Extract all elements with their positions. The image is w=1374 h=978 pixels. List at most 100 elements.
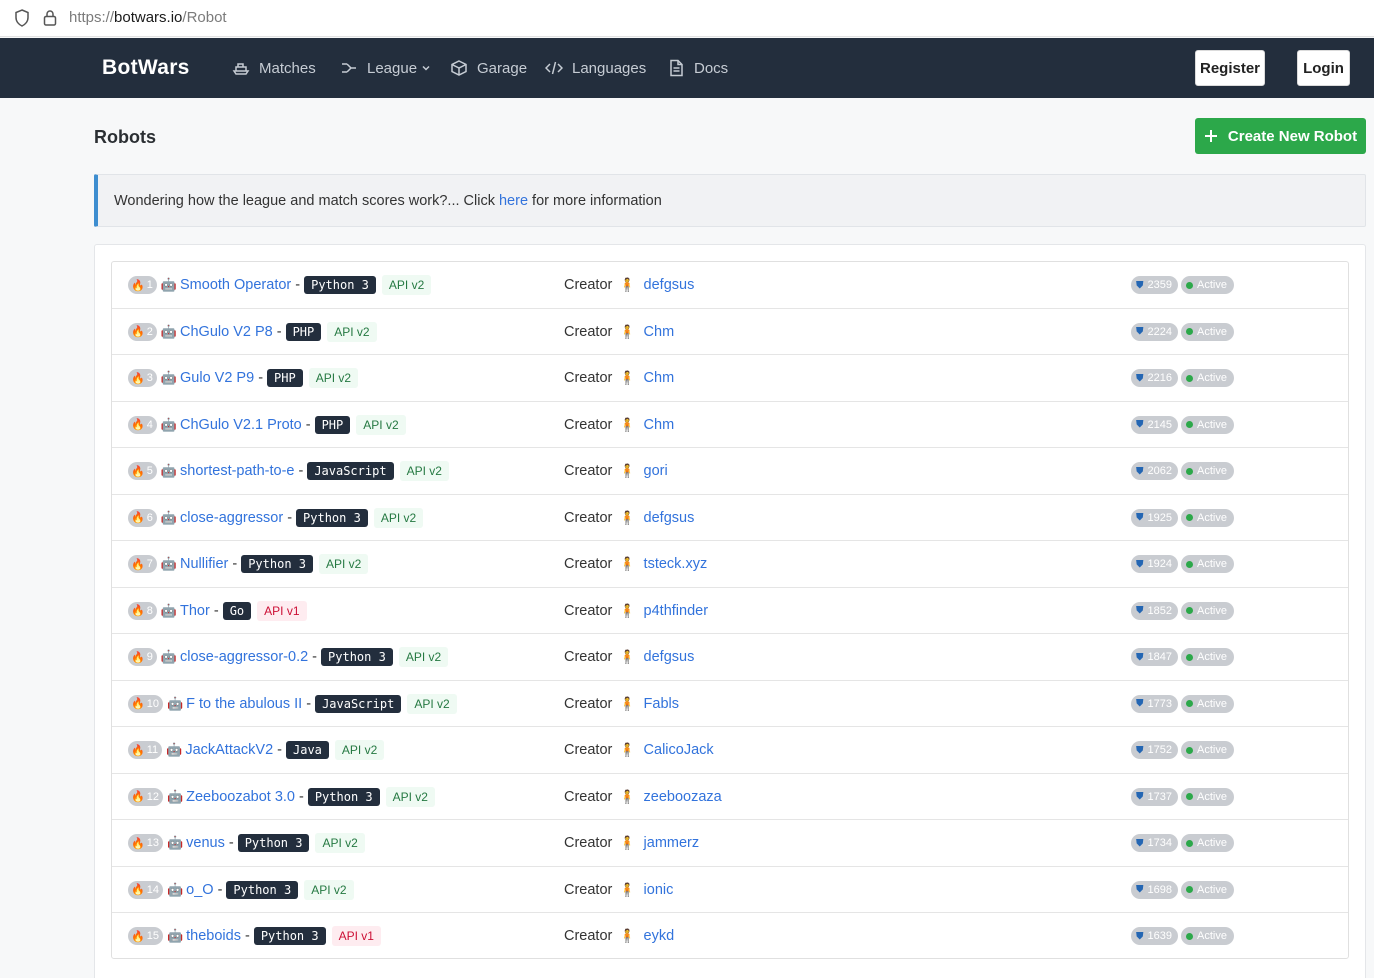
login-button[interactable]: Login bbox=[1297, 50, 1350, 86]
score-status-cell: ⛊ 1734 Active bbox=[1131, 820, 1234, 866]
score-badge: ⛊ 1925 bbox=[1131, 508, 1178, 527]
score-badge: ⛊ 1924 bbox=[1131, 555, 1178, 573]
flame-icon: 🔥 bbox=[131, 512, 145, 524]
table-row: 🔥 8 🤖 Thor - Go API v1 Creator 🧍 p4thfind… bbox=[112, 588, 1348, 634]
route-icon bbox=[342, 63, 356, 73]
shield-icon: ⛊ bbox=[1136, 512, 1144, 523]
brand-logo[interactable]: BotWars bbox=[102, 56, 190, 80]
notice-link[interactable]: here bbox=[499, 193, 528, 209]
rank-number: 5 bbox=[146, 465, 153, 477]
creator-link[interactable]: zeeboozaza bbox=[644, 789, 722, 805]
robot-name-link[interactable]: ChGulo V2.1 Proto bbox=[180, 417, 302, 433]
rank-number: 12 bbox=[146, 790, 159, 803]
robot-icon: 🤖 bbox=[160, 649, 178, 664]
separator: - bbox=[258, 370, 264, 386]
api-version-tag: API v1 bbox=[331, 926, 381, 946]
robot-name-link[interactable]: theboids bbox=[186, 928, 241, 944]
creator-link[interactable]: Fabls bbox=[644, 696, 679, 712]
robot-name-link[interactable]: o_O bbox=[186, 882, 213, 898]
robot-icon: 🤖 bbox=[166, 695, 184, 711]
status-badge: Active bbox=[1180, 694, 1234, 713]
nav-item-matches[interactable]: Matches bbox=[232, 59, 316, 77]
flame-icon: 🔥 bbox=[131, 837, 145, 850]
rank-badge: 🔥 14 bbox=[128, 880, 163, 899]
nav-item-label: Docs bbox=[694, 59, 729, 77]
nav-item-docs[interactable]: Docs bbox=[667, 59, 728, 77]
person-icon: 🧍 bbox=[619, 788, 636, 804]
register-button[interactable]: Register bbox=[1195, 50, 1265, 86]
robot-name-link[interactable]: venus bbox=[186, 835, 225, 851]
status-badge: Active bbox=[1180, 787, 1234, 806]
creator-cell: Creator 🧍 Chm bbox=[564, 402, 674, 448]
creator-cell: Creator 🧍 tsteck.xyz bbox=[564, 541, 707, 587]
creator-link[interactable]: Chm bbox=[644, 417, 675, 433]
api-version-tag: API v2 bbox=[398, 647, 449, 667]
robot-cell: 🔥 9 🤖 close-aggressor-0.2 - Python 3 API … bbox=[128, 634, 449, 680]
score-status-cell: ⛊ 1639 Active bbox=[1131, 913, 1234, 958]
creator-link[interactable]: Chm bbox=[644, 324, 675, 340]
robot-name-link[interactable]: close-aggressor bbox=[180, 510, 283, 526]
creator-link[interactable]: ionic bbox=[644, 882, 674, 898]
robot-cell: 🔥 2 🤖 ChGulo V2 P8 - PHP API v2 bbox=[128, 309, 377, 355]
score-status-cell: ⛊ 1925 Active bbox=[1131, 495, 1234, 541]
rank-badge: 🔥 15 bbox=[128, 927, 163, 945]
status-badge: Active bbox=[1180, 369, 1234, 387]
url-text[interactable]: https://botwars.io/Robot bbox=[69, 9, 227, 26]
robot-name-link[interactable]: Nullifier bbox=[180, 556, 228, 572]
creator-label: Creator bbox=[564, 323, 613, 340]
creator-link[interactable]: defgsus bbox=[644, 649, 695, 665]
rank-number: 1 bbox=[146, 279, 153, 291]
robot-name-link[interactable]: close-aggressor-0.2 bbox=[180, 649, 308, 665]
api-version-tag: API v2 bbox=[407, 693, 457, 714]
create-new-robot-button[interactable]: Create New Robot bbox=[1195, 118, 1366, 154]
browser-url-bar[interactable]: https://botwars.io/Robot bbox=[0, 0, 1374, 37]
rank-number: 4 bbox=[146, 418, 153, 431]
score-value: 2145 bbox=[1147, 418, 1172, 431]
shield-icon: ⛊ bbox=[1136, 326, 1144, 337]
robot-cell: 🔥 10 🤖 F to the abulous II - JavaScript A… bbox=[128, 681, 457, 727]
robot-name-link[interactable]: Thor bbox=[180, 603, 210, 619]
nav-item-languages[interactable]: Languages bbox=[545, 59, 646, 77]
robot-name-link[interactable]: shortest-path-to-e bbox=[180, 463, 294, 479]
api-version-tag: API v1 bbox=[257, 600, 307, 621]
robot-name-link[interactable]: Smooth Operator bbox=[180, 277, 291, 293]
rank-number: 15 bbox=[146, 930, 159, 942]
robot-icon: 🤖 bbox=[160, 463, 178, 478]
robot-name-link[interactable]: ChGulo V2 P8 bbox=[180, 324, 273, 340]
creator-link[interactable]: jammerz bbox=[644, 835, 700, 851]
robot-name-link[interactable]: Zeeboozabot 3.0 bbox=[186, 789, 295, 805]
api-version-tag: API v2 bbox=[399, 461, 449, 481]
creator-link[interactable]: Chm bbox=[644, 370, 675, 386]
creator-link[interactable]: eykd bbox=[644, 928, 675, 944]
creator-label: Creator bbox=[564, 881, 613, 898]
creator-link[interactable]: gori bbox=[644, 463, 668, 479]
creator-label: Creator bbox=[564, 649, 613, 665]
separator: - bbox=[277, 742, 282, 758]
robot-name-link[interactable]: Gulo V2 P9 bbox=[180, 370, 254, 386]
creator-link[interactable]: defgsus bbox=[644, 510, 695, 526]
creator-link[interactable]: tsteck.xyz bbox=[644, 556, 708, 572]
nav-item-league[interactable]: League bbox=[340, 59, 431, 77]
creator-link[interactable]: defgsus bbox=[644, 277, 695, 293]
nav-item-label: League bbox=[367, 59, 418, 77]
creator-cell: Creator 🧍 defgsus bbox=[564, 262, 694, 308]
score-status-cell: ⛊ 1752 Active bbox=[1131, 727, 1234, 773]
nav-item-garage[interactable]: Garage bbox=[450, 59, 527, 77]
language-tag: Python 3 bbox=[296, 508, 368, 527]
status-badge: Active bbox=[1180, 880, 1234, 899]
robot-name-link[interactable]: F to the abulous II bbox=[186, 696, 302, 712]
shield-icon: ⛊ bbox=[1136, 698, 1144, 709]
score-status-cell: ⛊ 1737 Active bbox=[1131, 774, 1234, 820]
robot-cell: 🔥 5 🤖 shortest-path-to-e - JavaScript API… bbox=[128, 448, 449, 494]
robot-name-link[interactable]: JackAttackV2 bbox=[185, 742, 273, 758]
creator-link[interactable]: CalicoJack bbox=[644, 742, 714, 758]
score-badge: ⛊ 2145 bbox=[1131, 415, 1178, 434]
status-label: Active bbox=[1196, 697, 1227, 710]
creator-label: Creator bbox=[564, 509, 613, 526]
shield-icon: ⛊ bbox=[1136, 744, 1144, 756]
table-row: 🔥 4 🤖 ChGulo V2.1 Proto - PHP API v2 Crea… bbox=[112, 402, 1348, 448]
robot-cell: 🔥 14 🤖 o_O - Python 3 API v2 bbox=[128, 867, 354, 913]
notice-text-before: Wondering how the league and match score… bbox=[114, 193, 499, 209]
creator-link[interactable]: p4thfinder bbox=[644, 603, 709, 619]
creator-label: Creator bbox=[564, 788, 613, 805]
